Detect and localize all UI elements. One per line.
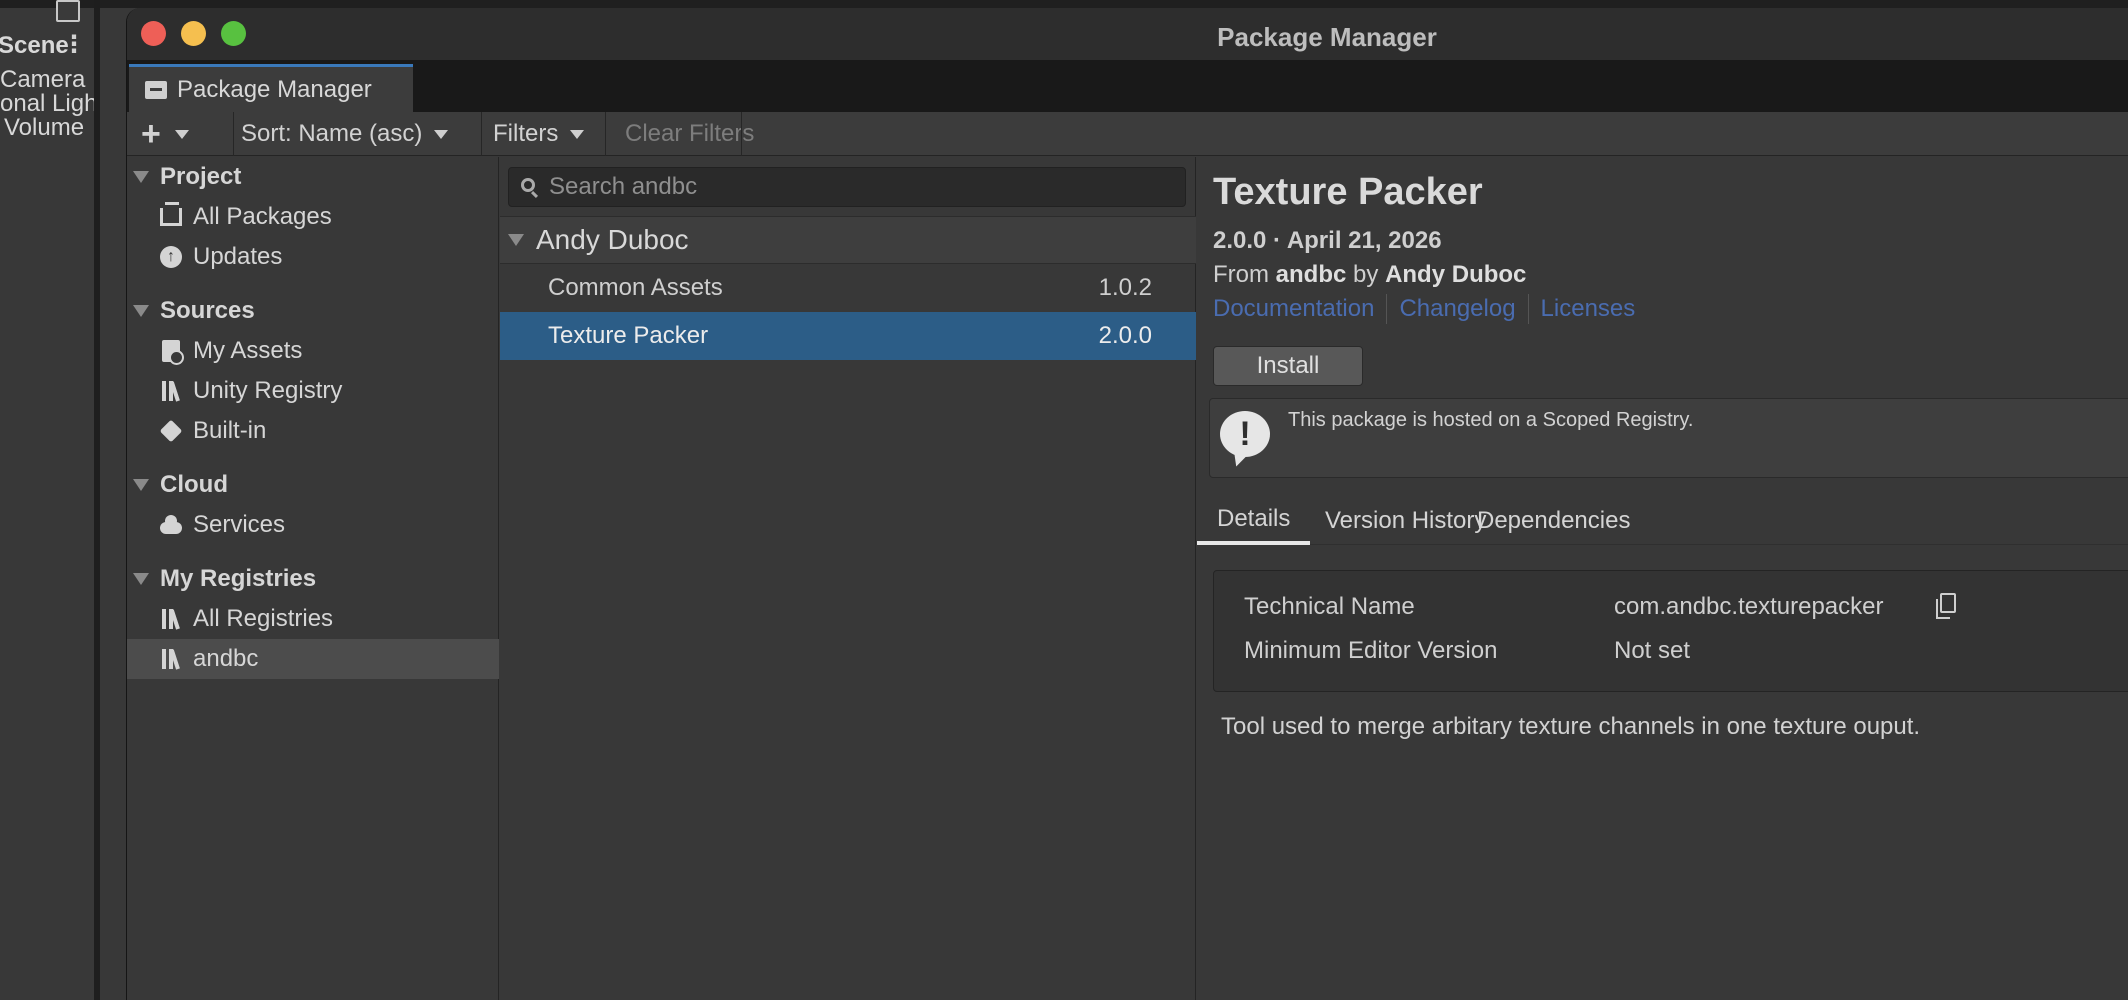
toolbar-separator <box>481 112 482 156</box>
install-button[interactable]: Install <box>1213 346 1363 386</box>
sidebar-header-cloud[interactable]: Cloud <box>127 465 499 505</box>
min-editor-version-value: Not set <box>1614 637 1691 664</box>
plus-icon: + <box>141 115 161 153</box>
registry-name: andbc <box>1275 261 1347 288</box>
package-title: Texture Packer <box>1213 171 1483 213</box>
editor-top-strip <box>0 0 2128 8</box>
link-separator <box>1527 294 1529 324</box>
sidebar-item-all-packages[interactable]: All Packages <box>127 197 499 237</box>
technical-name-label: Technical Name <box>1244 593 1415 620</box>
tab-label: Package Manager <box>177 75 372 103</box>
tab-dependencies[interactable]: Dependencies <box>1457 497 1650 545</box>
group-label: Andy Duboc <box>536 224 689 255</box>
author-name: Andy Duboc <box>1385 261 1527 288</box>
arrow-up-circle-icon: ↑ <box>159 245 183 269</box>
package-version: 2.0.0 <box>1098 322 1152 349</box>
copy-icon[interactable] <box>1936 593 1956 619</box>
package-icon <box>145 80 167 99</box>
sort-dropdown[interactable]: Sort: Name (asc) <box>241 112 449 156</box>
filters-dropdown[interactable]: Filters <box>493 112 585 156</box>
close-window-button[interactable] <box>141 21 166 46</box>
licenses-link[interactable]: Licenses <box>1541 295 1636 323</box>
foldout-icon <box>133 171 149 183</box>
sidebar-item-built-in[interactable]: Built-in <box>127 411 499 451</box>
editor-divider <box>94 0 100 1000</box>
package-version: 1.0.2 <box>1098 274 1152 301</box>
package-version-date: 2.0.0 · April 21, 2026 <box>1213 227 1442 254</box>
zoom-window-button[interactable] <box>221 21 246 46</box>
package-links: Documentation Changelog Licenses <box>1213 294 1635 324</box>
title-bar: Package Manager <box>127 8 2128 60</box>
search-placeholder: Search andbc <box>549 173 698 200</box>
package-details: Texture Packer 2.0.0 · April 21, 2026 Fr… <box>1197 157 2128 1000</box>
foldout-icon <box>508 234 524 246</box>
package-group-header[interactable]: Andy Duboc <box>500 216 1196 264</box>
filters-label: Filters <box>493 120 559 147</box>
tab-strip <box>127 60 2128 112</box>
hierarchy-item-volume[interactable]: Volume <box>4 114 84 142</box>
changelog-link[interactable]: Changelog <box>1399 295 1515 323</box>
sidebar-item-unity-registry[interactable]: Unity Registry <box>127 371 499 411</box>
library-icon <box>159 607 183 631</box>
minimize-window-button[interactable] <box>181 21 206 46</box>
tab-package-manager[interactable]: Package Manager <box>129 64 413 112</box>
library-icon <box>159 647 183 671</box>
chevron-down-icon <box>434 129 449 139</box>
unity-cube-icon <box>159 419 183 443</box>
package-row-common-assets[interactable]: Common Assets 1.0.2 <box>500 264 1196 312</box>
package-manager-window: Package Manager Package Manager + Sort: … <box>126 8 2128 1000</box>
toolbar-separator <box>741 112 742 156</box>
tab-details[interactable]: Details <box>1197 497 1311 545</box>
chevron-down-icon <box>570 129 585 139</box>
chevron-down-icon <box>174 129 189 139</box>
foldout-icon <box>133 573 149 585</box>
by-word: by <box>1353 261 1379 288</box>
hierarchy-panel: Scene ⋮ Camera onal Ligh Volume <box>0 30 97 1000</box>
notice-text: This package is hosted on a Scoped Regis… <box>1288 409 1694 431</box>
package-description: Tool used to merge arbitary texture chan… <box>1221 713 1921 740</box>
sidebar-item-andbc[interactable]: andbc <box>127 639 499 679</box>
toolbar-separator <box>605 112 606 156</box>
window-title: Package Manager <box>1217 22 1437 52</box>
document-icon <box>159 339 184 365</box>
search-input[interactable]: Search andbc <box>508 167 1186 207</box>
details-tabs: Details Version History Dependencies <box>1197 497 2128 545</box>
library-icon <box>159 379 183 403</box>
toolbar-separator <box>233 112 234 156</box>
hierarchy-scene[interactable]: Scene <box>0 32 69 60</box>
package-list: Search andbc Andy Duboc Common Assets 1.… <box>500 157 1196 1000</box>
sidebar: Project All Packages ↑ Updates Sources M… <box>127 157 499 1000</box>
sidebar-header-project[interactable]: Project <box>127 157 499 197</box>
documentation-link[interactable]: Documentation <box>1213 295 1374 323</box>
search-icon <box>521 178 535 192</box>
clear-filters-button[interactable]: Clear Filters <box>625 112 754 156</box>
package-source: From andbc by Andy Duboc <box>1213 261 1526 289</box>
sidebar-header-my-registries[interactable]: My Registries <box>127 559 499 599</box>
sidebar-header-sources[interactable]: Sources <box>127 291 499 331</box>
sidebar-item-my-assets[interactable]: My Assets <box>127 331 499 371</box>
hierarchy-menu-icon[interactable]: ⋮ <box>62 30 86 59</box>
toolbar: + Sort: Name (asc) Filters Clear Filters <box>127 112 2128 156</box>
package-name: Common Assets <box>548 274 723 301</box>
package-name: Texture Packer <box>548 322 709 349</box>
foldout-icon <box>133 479 149 491</box>
warning-icon: ! <box>1220 411 1270 457</box>
cloud-icon <box>159 513 183 537</box>
foldout-icon <box>133 305 149 317</box>
sidebar-item-all-registries[interactable]: All Registries <box>127 599 499 639</box>
package-info-box: Technical Name com.andbc.texturepacker M… <box>1213 570 2128 692</box>
from-prefix: From <box>1213 261 1269 288</box>
min-editor-version-label: Minimum Editor Version <box>1244 637 1498 664</box>
scoped-registry-notice: ! This package is hosted on a Scoped Reg… <box>1209 398 2128 478</box>
technical-name-value: com.andbc.texturepacker <box>1614 593 1884 620</box>
sidebar-item-updates[interactable]: ↑ Updates <box>127 237 499 277</box>
link-separator <box>1386 294 1388 324</box>
package-row-texture-packer[interactable]: Texture Packer 2.0.0 <box>500 312 1196 360</box>
sidebar-item-services[interactable]: Services <box>127 505 499 545</box>
maximize-icon[interactable] <box>56 0 80 22</box>
sort-label: Sort: Name (asc) <box>241 120 423 147</box>
add-package-button[interactable]: + <box>141 112 189 156</box>
package-tray-icon <box>159 202 183 229</box>
